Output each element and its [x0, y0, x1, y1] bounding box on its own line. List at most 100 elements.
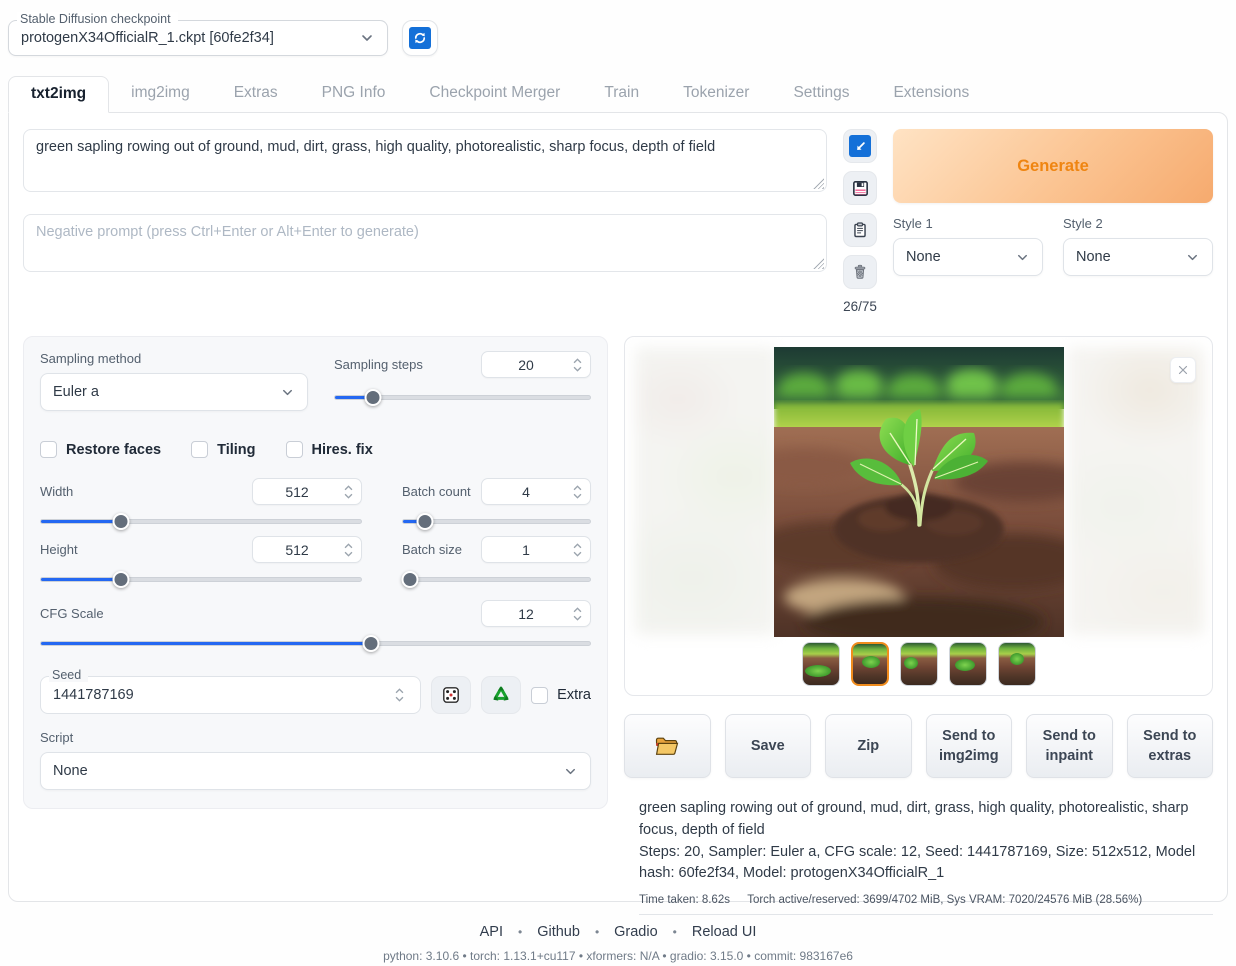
tab-tokenizer[interactable]: Tokenizer — [661, 76, 771, 112]
paste-button[interactable] — [843, 213, 877, 247]
sampling-steps-label: Sampling steps — [334, 357, 423, 372]
send-to-inpaint-button[interactable]: Send to inpaint — [1026, 714, 1113, 778]
reuse-seed-button[interactable] — [481, 676, 521, 714]
github-link[interactable]: Github — [537, 924, 580, 940]
clear-prompt-button[interactable] — [843, 255, 877, 289]
token-counter: 26/75 — [843, 299, 877, 314]
thumbnail-4[interactable] — [949, 642, 987, 686]
footer-links: API • Github • Gradio • Reload UI — [8, 924, 1228, 940]
width-slider[interactable] — [40, 513, 362, 530]
thumbnail-1[interactable] — [802, 642, 840, 686]
prompt-row: green sapling rowing out of ground, mud,… — [23, 129, 1213, 314]
open-folder-button[interactable] — [624, 714, 711, 778]
thumbnail-5[interactable] — [998, 642, 1036, 686]
cfg-scale-slider[interactable] — [40, 635, 591, 652]
trash-icon — [851, 263, 869, 281]
tiling-checkbox[interactable]: Tiling — [191, 441, 255, 458]
tab-extensions[interactable]: Extensions — [871, 76, 991, 112]
sampling-method-select[interactable]: Euler a — [40, 373, 308, 411]
spinner-icon[interactable] — [392, 688, 412, 702]
batch-size-input[interactable]: 1 — [481, 536, 591, 563]
api-link[interactable]: API — [480, 924, 503, 940]
bullet-separator: • — [673, 925, 677, 939]
clipboard-icon — [851, 221, 869, 239]
tab-extras[interactable]: Extras — [212, 76, 300, 112]
tab-settings[interactable]: Settings — [771, 76, 871, 112]
prompt-input[interactable]: green sapling rowing out of ground, mud,… — [23, 129, 827, 192]
tab-png-info[interactable]: PNG Info — [300, 76, 408, 112]
checkpoint-group: Stable Diffusion checkpoint protogenX34O… — [8, 20, 388, 56]
reload-ui-link[interactable]: Reload UI — [692, 924, 756, 940]
spinner-icon[interactable] — [570, 358, 590, 372]
sampling-steps-input[interactable]: 20 — [481, 351, 591, 378]
slider-thumb[interactable] — [364, 389, 381, 406]
prompt-tools: 26/75 — [842, 129, 878, 314]
options-row: Restore faces Tiling Hires. fix — [40, 441, 591, 458]
negative-prompt-input[interactable] — [23, 214, 827, 272]
batch-count-input[interactable]: 4 — [481, 478, 591, 505]
info-params: Steps: 20, Sampler: Euler a, CFG scale: … — [639, 842, 1213, 886]
tab-txt2img[interactable]: txt2img — [8, 76, 109, 113]
sampling-row: Sampling method Euler a Sampling steps — [40, 351, 591, 411]
height-slider[interactable] — [40, 571, 362, 588]
negative-prompt-wrap — [23, 214, 827, 272]
generate-button[interactable]: Generate — [893, 129, 1213, 203]
send-to-img2img-button[interactable]: Send to img2img — [926, 714, 1013, 778]
slider-thumb[interactable] — [401, 571, 418, 588]
spinner-icon[interactable] — [570, 607, 590, 621]
read-params-button[interactable] — [843, 129, 877, 163]
style1-select[interactable]: None — [893, 238, 1043, 276]
checkpoint-select[interactable]: Stable Diffusion checkpoint protogenX34O… — [8, 20, 388, 56]
output-column: Save Zip Send to img2img Send to inpaint… — [624, 336, 1213, 915]
close-gallery-button[interactable] — [1170, 357, 1196, 383]
hires-fix-checkbox[interactable]: Hires. fix — [286, 441, 373, 458]
sampling-steps-slider[interactable] — [334, 389, 591, 406]
refresh-icon — [409, 27, 431, 49]
generate-column: Generate Style 1 None Style 2 — [893, 129, 1213, 314]
spinner-icon[interactable] — [570, 543, 590, 557]
bullet-separator: • — [518, 925, 522, 939]
send-to-extras-button[interactable]: Send to extras — [1127, 714, 1214, 778]
script-select[interactable]: None — [40, 752, 591, 790]
prompt-wrap: green sapling rowing out of ground, mud,… — [23, 129, 827, 192]
spinner-icon[interactable] — [341, 543, 361, 557]
generated-image[interactable] — [774, 347, 1064, 637]
slider-thumb[interactable] — [416, 513, 433, 530]
thumbnail-3[interactable] — [900, 642, 938, 686]
batch-size-slider[interactable] — [402, 571, 591, 588]
chevron-down-icon — [1015, 250, 1030, 265]
thumbnail-2-selected[interactable] — [851, 642, 889, 686]
cfg-scale-input[interactable]: 12 — [481, 600, 591, 627]
style2-select[interactable]: None — [1063, 238, 1213, 276]
extra-seed-checkbox[interactable]: Extra — [531, 687, 591, 704]
spinner-icon[interactable] — [570, 485, 590, 499]
script-group: Script None — [40, 730, 591, 790]
arrow-down-left-icon — [849, 135, 871, 157]
slider-thumb[interactable] — [112, 513, 129, 530]
spinner-icon[interactable] — [341, 485, 361, 499]
slider-thumb[interactable] — [362, 635, 379, 652]
settings-panel: Sampling method Euler a Sampling steps — [23, 336, 608, 809]
style1-label: Style 1 — [893, 216, 1043, 231]
refresh-checkpoint-button[interactable] — [402, 20, 438, 56]
batch-count-slider[interactable] — [402, 513, 591, 530]
gradio-link[interactable]: Gradio — [614, 924, 658, 940]
batch-count-label: Batch count — [402, 484, 471, 499]
slider-thumb[interactable] — [112, 571, 129, 588]
random-seed-button[interactable] — [431, 676, 471, 714]
width-input[interactable]: 512 — [252, 478, 362, 505]
restore-faces-checkbox[interactable]: Restore faces — [40, 441, 161, 458]
info-stats: Time taken: 8.62s Torch active/reserved:… — [639, 892, 1213, 909]
chevron-down-icon — [1185, 250, 1200, 265]
app-root: Stable Diffusion checkpoint protogenX34O… — [0, 0, 1236, 963]
zip-button[interactable]: Zip — [825, 714, 912, 778]
seed-input[interactable]: Seed 1441787169 — [40, 676, 421, 714]
save-button[interactable]: Save — [725, 714, 812, 778]
tab-checkpoint-merger[interactable]: Checkpoint Merger — [407, 76, 582, 112]
tab-img2img[interactable]: img2img — [109, 76, 212, 112]
height-input[interactable]: 512 — [252, 536, 362, 563]
save-style-button[interactable] — [843, 171, 877, 205]
tab-train[interactable]: Train — [582, 76, 661, 112]
gallery-blur-right — [1068, 347, 1204, 635]
chevron-down-icon — [563, 764, 578, 779]
